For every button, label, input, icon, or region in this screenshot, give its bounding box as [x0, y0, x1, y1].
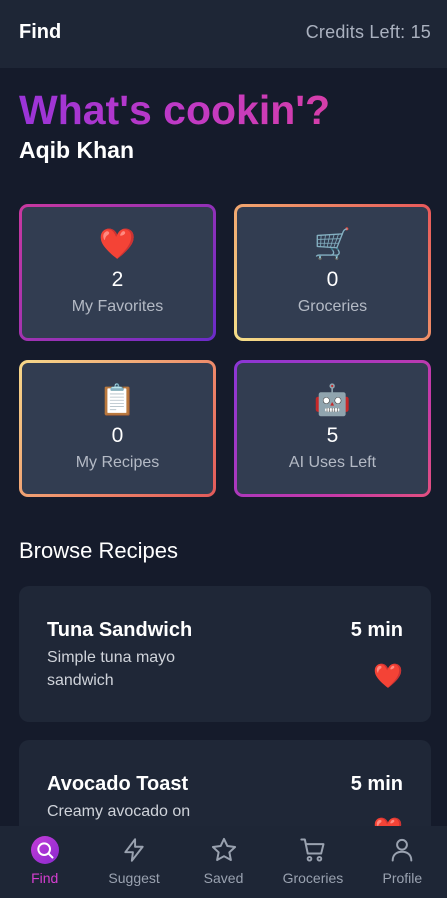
headline: What's cookin'?	[19, 87, 331, 133]
ai-uses-card[interactable]: 🤖 5 AI Uses Left	[234, 360, 431, 497]
recipe-name: Avocado Toast	[47, 773, 189, 795]
user-icon	[386, 834, 418, 866]
favorites-label: My Favorites	[71, 298, 164, 315]
cart-icon: 🛒	[313, 228, 352, 261]
my-recipes-label: My Recipes	[75, 454, 160, 471]
heart-icon: ❤️	[98, 228, 137, 261]
my-recipes-card[interactable]: 📋 0 My Recipes	[19, 360, 216, 497]
page-title: Find	[19, 20, 62, 43]
nav-find[interactable]: Find	[0, 826, 89, 898]
nav-saved[interactable]: Saved	[179, 826, 268, 898]
recipe-time: 5 min	[350, 773, 403, 795]
clipboard-icon: 📋	[98, 384, 137, 417]
search-icon	[29, 834, 61, 866]
nav-suggest[interactable]: Suggest	[89, 826, 178, 898]
recipe-description: Creamy avocado on	[47, 803, 191, 820]
credits-left: Credits Left: 15	[305, 21, 431, 42]
ai-uses-label: AI Uses Left	[288, 454, 377, 471]
user-name: Aqib Khan	[19, 137, 134, 163]
my-recipes-count: 0	[111, 424, 124, 447]
groceries-count: 0	[326, 268, 339, 291]
cart-icon	[297, 834, 329, 866]
nav-label: Groceries	[282, 870, 344, 886]
star-icon	[208, 834, 240, 866]
recipe-description: Simple tuna mayo sandwich	[47, 649, 176, 689]
recipe-name: Tuna Sandwich	[47, 619, 193, 641]
top-bar: Find Credits Left: 15	[0, 0, 447, 68]
bottom-nav: Find Suggest Saved Groceries Profile	[0, 826, 447, 898]
ai-uses-count: 5	[326, 424, 339, 447]
favorites-count: 2	[111, 268, 124, 291]
favorites-card[interactable]: ❤️ 2 My Favorites	[19, 204, 216, 341]
nav-label: Profile	[382, 870, 423, 886]
browse-recipes-title: Browse Recipes	[19, 538, 178, 563]
lightning-icon	[118, 834, 150, 866]
robot-icon: 🤖	[313, 384, 352, 417]
nav-profile[interactable]: Profile	[358, 826, 447, 898]
nav-label: Saved	[203, 870, 244, 886]
nav-groceries[interactable]: Groceries	[268, 826, 357, 898]
recipe-card[interactable]: Tuna Sandwich 5 min Simple tuna mayo san…	[19, 586, 431, 722]
nav-label: Suggest	[108, 870, 160, 886]
nav-label: Find	[31, 870, 59, 886]
groceries-label: Groceries	[297, 298, 368, 315]
recipe-time: 5 min	[350, 619, 403, 641]
groceries-card[interactable]: 🛒 0 Groceries	[234, 204, 431, 341]
heart-icon[interactable]: ❤️	[373, 662, 403, 692]
